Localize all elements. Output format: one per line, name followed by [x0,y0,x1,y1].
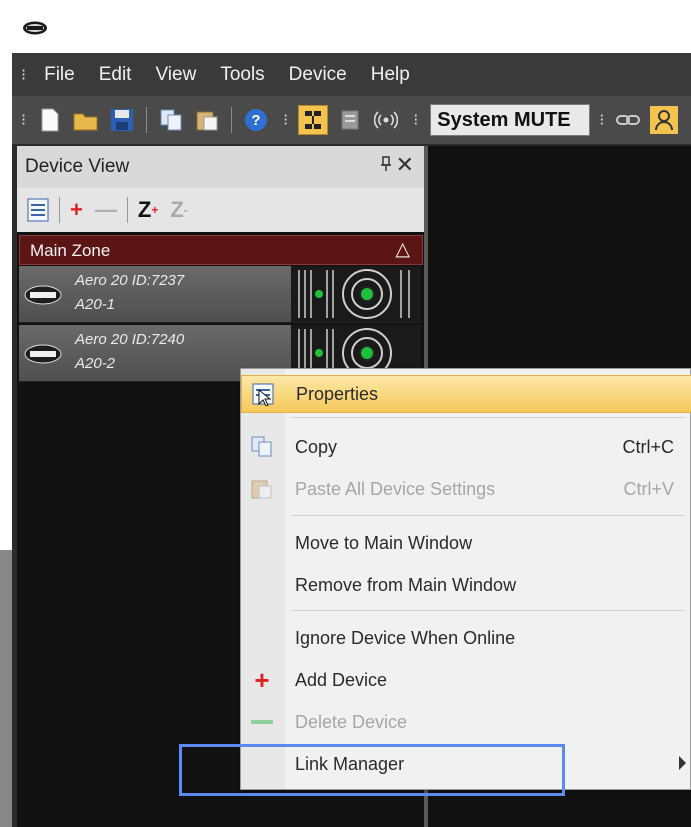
network-icon[interactable] [298,105,329,135]
menu-label: Delete Device [295,712,408,732]
das-logo [24,344,62,364]
grip-icon: ⁝ [21,112,26,129]
device-name: Aero 20 ID:7237 [75,272,185,289]
add-icon[interactable]: + [70,197,83,223]
device-name: Aero 20 ID:7240 [75,331,185,348]
zone-header[interactable]: Main Zone △ [19,235,423,265]
background-window-edge [0,550,12,827]
svg-text:?: ? [252,112,261,129]
add-icon: + [254,664,270,695]
new-file-icon[interactable] [36,106,64,134]
open-folder-icon[interactable] [72,106,100,134]
menu-shortcut: Ctrl+V [623,479,674,499]
grip-icon: ⁝ [283,112,288,129]
menu-shortcut: Ctrl+C [622,437,674,457]
menu-separator [291,610,685,611]
grip-icon: ⁝ [599,112,604,129]
das-logo [24,285,62,305]
grip-icon: ⁝ [413,112,418,129]
menu-item-delete-device: Delete Device [241,704,690,740]
submenu-arrow-icon [679,756,686,770]
menu-label: Copy [295,437,338,457]
annotation-highlight-box [179,744,565,796]
save-icon[interactable] [108,106,136,134]
menu-separator [291,417,685,418]
menu-device[interactable]: Device [277,64,359,86]
copy-icon [249,435,275,459]
link-icon[interactable] [614,106,642,134]
menu-file[interactable]: File [32,64,87,86]
menu-tools[interactable]: Tools [208,64,276,86]
menu-label: Add Device [295,670,388,690]
device-view-toolbar: + — Z + Z- [17,188,424,232]
toolbar: ⁝ ? ⁝ ⁝ System MUTE ⁝ [12,96,691,144]
copy-icon[interactable] [157,106,185,134]
menu-label: Remove from Main Window [295,575,517,595]
speaker-image [291,266,421,322]
menu-label: Paste All Device Settings [295,479,496,499]
device-view-title: Device View [25,156,130,177]
context-menu: Properties Copy Ctrl+C Paste All Device … [240,368,691,790]
close-icon[interactable]: ✕ [396,152,414,178]
menu-item-copy[interactable]: Copy Ctrl+C [241,429,690,465]
paste-icon[interactable] [193,106,221,134]
menu-label: Move to Main Window [295,533,473,553]
toolbar-separator [126,197,128,223]
pin-icon[interactable] [380,156,392,177]
wireless-icon[interactable] [372,106,400,134]
das-logo [23,21,47,35]
menu-help[interactable]: Help [359,64,422,86]
device-list-icon[interactable] [336,106,364,134]
menu-label: Ignore Device When Online [295,628,516,648]
device-view-header: Device View ✕ [17,146,424,188]
menu-separator [291,515,685,516]
grip-icon: ⁝ [21,66,26,84]
menu-edit[interactable]: Edit [87,64,144,86]
device-label: A20-1 [75,296,116,313]
menu-item-add-device[interactable]: + Add Device [241,662,690,698]
remove-icon [249,710,275,734]
help-icon[interactable]: ? [242,106,270,134]
remove-icon[interactable]: — [95,197,117,223]
menu-item-ignore-device-when-online[interactable]: Ignore Device When Online [241,620,690,656]
device-row[interactable]: Aero 20 ID:7237 A20-1 [19,266,421,323]
device-label: A20-2 [75,355,116,372]
menu-label: Properties [296,384,379,404]
menu-item-properties[interactable]: Properties [241,375,691,413]
zone-label: Main Zone [30,241,111,260]
menu-item-move-to-main-window[interactable]: Move to Main Window [241,525,690,561]
menu-bar: ⁝ File Edit View Tools Device Help [12,53,691,96]
paste-icon [249,477,275,501]
title-bar [12,8,691,53]
menu-item-paste-all-device-settings: Paste All Device Settings Ctrl+V [241,471,690,507]
toolbar-separator [231,107,233,133]
properties-icon [250,382,276,406]
toolbar-separator [59,197,60,223]
system-mute-button[interactable]: System MUTE [430,104,591,136]
menu-view[interactable]: View [143,64,208,86]
user-icon[interactable] [650,106,679,134]
zone-add-icon[interactable]: Z + [138,197,158,223]
collapse-icon[interactable]: △ [395,238,410,261]
menu-item-remove-from-main-window[interactable]: Remove from Main Window [241,567,690,603]
toolbar-separator [146,107,148,133]
zone-remove-icon[interactable]: Z- [170,197,187,223]
properties-list-icon[interactable] [27,198,49,222]
